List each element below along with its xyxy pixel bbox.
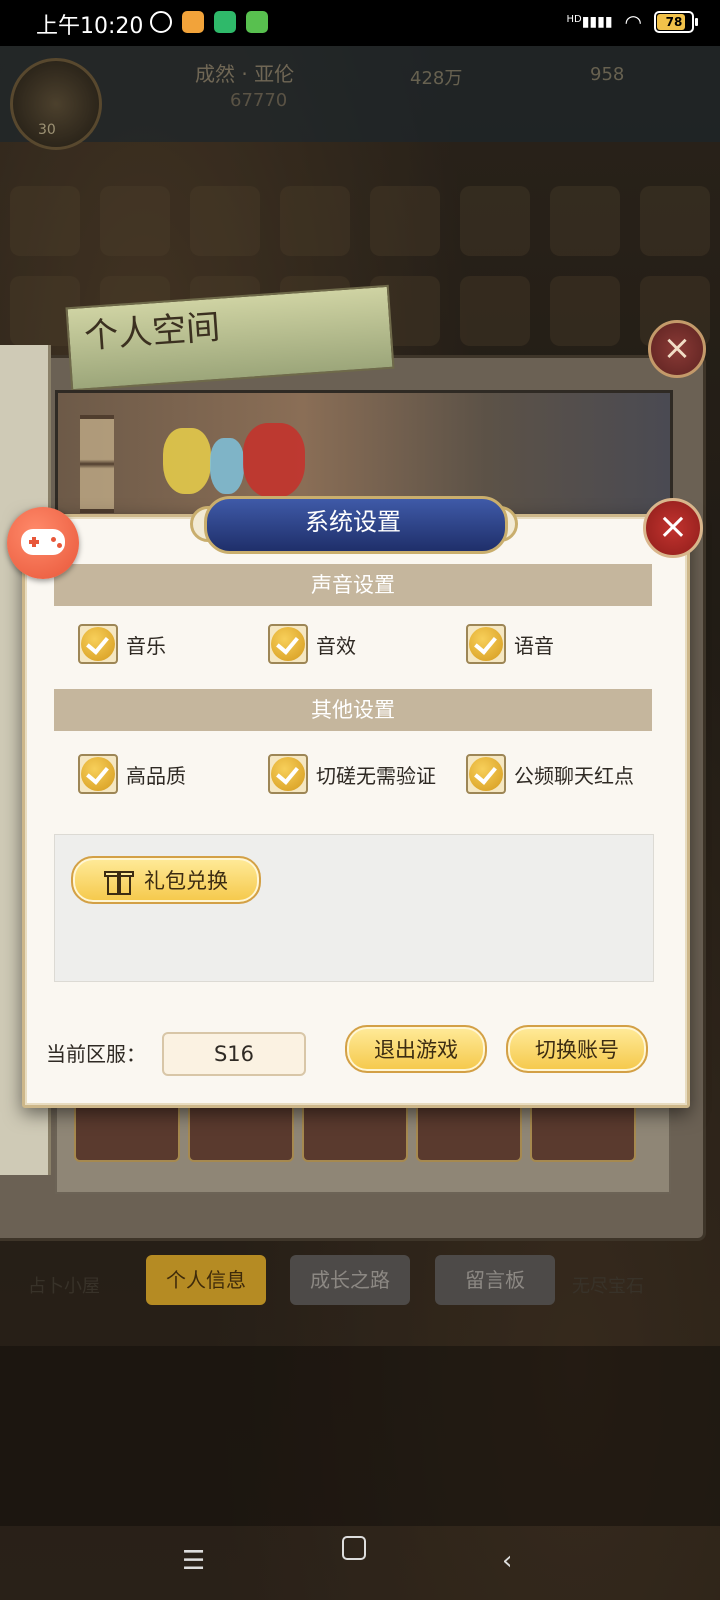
music-checkbox[interactable] <box>78 624 118 664</box>
gift-redeem-button[interactable]: 礼包兑换 <box>71 856 261 904</box>
option-music[interactable]: 音乐 <box>78 622 166 666</box>
status-system-icons: HD▮▮▮▮ ◠ 78 <box>566 10 698 34</box>
exit-game-button[interactable]: 退出游戏 <box>345 1025 487 1073</box>
spar-no-verify-checkbox[interactable] <box>268 754 308 794</box>
tab-personal-info[interactable]: 个人信息 <box>146 1255 266 1305</box>
option-spar-no-verify[interactable]: 切磋无需验证 <box>268 752 436 796</box>
hero-card[interactable] <box>302 1100 408 1162</box>
flask-decoration <box>243 423 305 498</box>
signal-icon: HD▮▮▮▮ <box>566 14 613 30</box>
checkmark-icon <box>271 757 305 791</box>
checkmark-icon <box>469 627 503 661</box>
wifi-icon: ◠ <box>624 10 642 34</box>
flask-decoration <box>210 438 244 494</box>
recent-apps-icon[interactable]: ☰ <box>182 1546 205 1576</box>
option-label: 公频聊天红点 <box>514 763 634 788</box>
gift-redeem-label: 礼包兑换 <box>144 869 228 893</box>
android-app-icon <box>246 11 268 33</box>
home-icon[interactable] <box>342 1536 366 1560</box>
battery-icon: 78 <box>654 11 698 33</box>
checkmark-icon <box>81 757 115 791</box>
option-label: 音乐 <box>126 633 166 658</box>
tab-message-board[interactable]: 留言板 <box>435 1255 555 1305</box>
dialog-title-banner: 系统设置 <box>190 490 518 554</box>
gift-box-icon <box>104 865 134 895</box>
sound-settings-header: 声音设置 <box>54 564 652 606</box>
hero-card[interactable] <box>188 1100 294 1162</box>
notes-app-icon <box>182 11 204 33</box>
checkmark-icon <box>271 627 305 661</box>
status-bar: 上午10:20 HD▮▮▮▮ ◠ 78 <box>0 0 720 46</box>
option-high-quality[interactable]: 高品质 <box>78 752 186 796</box>
checkmark-icon <box>469 757 503 791</box>
public-chat-red-dot-checkbox[interactable] <box>466 754 506 794</box>
current-server-label: 当前区服： <box>46 1042 146 1066</box>
status-notification-icons <box>150 11 268 33</box>
voice-checkbox[interactable] <box>466 624 506 664</box>
high-quality-checkbox[interactable] <box>78 754 118 794</box>
exit-game-label: 退出游戏 <box>374 1038 458 1062</box>
book-title: 个人空间 <box>83 307 222 357</box>
back-icon[interactable]: ‹ <box>502 1546 512 1576</box>
hourglass-decoration <box>80 415 114 513</box>
checkmark-icon <box>81 627 115 661</box>
switch-account-label: 切换账号 <box>535 1038 619 1062</box>
floating-gamepad-button[interactable] <box>7 507 79 579</box>
network-type: HD <box>566 14 582 25</box>
option-label: 高品质 <box>126 763 186 788</box>
sound-effects-checkbox[interactable] <box>268 624 308 664</box>
gamepad-icon <box>21 529 65 555</box>
dialog-title: 系统设置 <box>305 508 401 536</box>
flask-decoration <box>163 428 211 494</box>
hero-card[interactable] <box>530 1100 636 1162</box>
option-label: 切磋无需验证 <box>316 763 436 788</box>
tab-growth-path[interactable]: 成长之路 <box>290 1255 410 1305</box>
option-public-chat-red-dot[interactable]: 公频聊天红点 <box>466 752 634 796</box>
dialog-close-button[interactable]: × <box>643 498 703 558</box>
alarm-icon <box>150 11 172 33</box>
shield-app-icon <box>214 11 236 33</box>
battery-level: 78 <box>665 15 683 29</box>
switch-account-button[interactable]: 切换账号 <box>506 1025 648 1073</box>
hero-card[interactable] <box>416 1100 522 1162</box>
option-label: 音效 <box>316 633 356 658</box>
current-server-value: S16 <box>162 1032 306 1076</box>
option-label: 语音 <box>514 633 554 658</box>
option-sound-effects[interactable]: 音效 <box>268 622 356 666</box>
personal-space-close-button[interactable]: × <box>648 320 706 378</box>
status-time: 上午10:20 <box>36 14 144 39</box>
other-settings-header: 其他设置 <box>54 689 652 731</box>
option-voice[interactable]: 语音 <box>466 622 554 666</box>
hero-card[interactable] <box>74 1100 180 1162</box>
system-navigation-bar: ☰ ‹ <box>0 1520 720 1600</box>
